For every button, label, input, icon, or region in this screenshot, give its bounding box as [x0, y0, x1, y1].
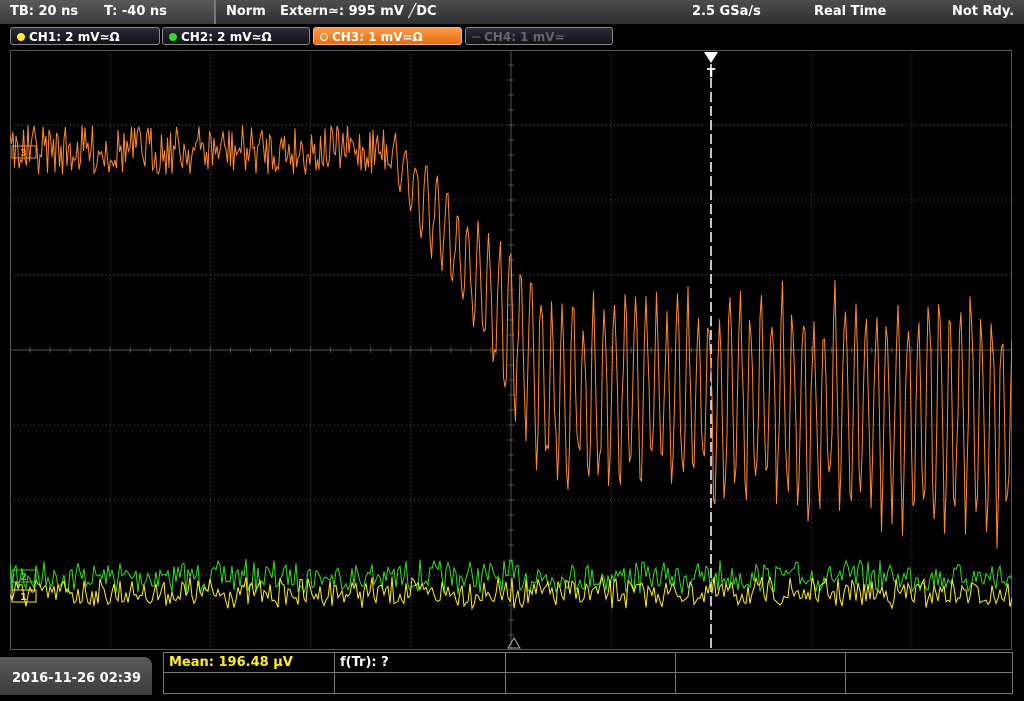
channel-3-offset-label: 3 — [20, 148, 27, 159]
trigger-source-label: Extern≃: 995 mV ╱DC — [280, 4, 437, 19]
trigger-panel[interactable]: Norm Extern≃: 995 mV ╱DC 2.5 GSa/s Real … — [216, 0, 1024, 24]
measurement-slot-6[interactable] — [164, 673, 335, 693]
ftr-measurement[interactable]: f(Tr): ? — [335, 653, 506, 673]
waveform-canvas[interactable]: T 3 2 1 — [10, 50, 1012, 650]
channel-1-label: CH1: 2 mV≃Ω — [29, 30, 120, 44]
time-reference-icon — [507, 637, 521, 649]
measurement-slot-5[interactable] — [846, 653, 1012, 673]
status-bar: TB: 20 ns T: -40 ns Norm Extern≃: 995 mV… — [0, 0, 1024, 24]
footer-bar: 2016-11-26 02:39 Mean: 196.48 µV f(Tr): … — [0, 651, 1024, 695]
channel-4-button[interactable]: CH4: 1 mV≃ — [465, 27, 613, 45]
trigger-time-label: T: -40 ns — [104, 4, 167, 19]
channel-2-indicator-icon — [169, 33, 177, 41]
trigger-mode-label: Norm — [226, 4, 266, 19]
channel-2-offset-label: 2 — [20, 572, 27, 583]
datetime-label: 2016-11-26 02:39 — [12, 671, 142, 686]
timebase-panel[interactable]: TB: 20 ns T: -40 ns — [0, 0, 216, 24]
channel-1-button[interactable]: CH1: 2 mV≃Ω — [10, 27, 160, 45]
measurement-slot-8[interactable] — [506, 673, 676, 693]
trigger-marker-label: T — [707, 66, 716, 80]
channel-bar: CH1: 2 mV≃Ω CH2: 2 mV≃Ω CH3: 1 mV≃Ω CH4:… — [0, 24, 1024, 48]
channel-3-label: CH3: 1 mV≃Ω — [332, 30, 423, 44]
measurement-slot-4[interactable] — [676, 653, 846, 673]
trigger-position-icon[interactable] — [704, 52, 718, 63]
sample-rate-label: 2.5 GSa/s — [692, 4, 761, 19]
measurement-slot-7[interactable] — [335, 673, 506, 693]
channel-3-button[interactable]: CH3: 1 mV≃Ω — [313, 27, 462, 45]
measurement-slot-9[interactable] — [676, 673, 846, 693]
measurement-slot-10[interactable] — [846, 673, 1012, 693]
measurement-slot-3[interactable] — [506, 653, 676, 673]
mean-measurement[interactable]: Mean: 196.48 µV — [164, 653, 335, 673]
channel-3-indicator-icon — [320, 33, 328, 41]
channel-4-label: CH4: 1 mV≃ — [484, 30, 565, 44]
channel-2-button[interactable]: CH2: 2 mV≃Ω — [162, 27, 310, 45]
channel-4-indicator-icon — [472, 36, 480, 38]
timebase-label: TB: 20 ns — [10, 4, 79, 19]
acquisition-mode-label: Real Time — [814, 4, 887, 19]
measurement-panel[interactable]: Mean: 196.48 µV f(Tr): ? — [163, 652, 1013, 694]
channel-1-indicator-icon — [17, 33, 25, 41]
datetime-display: 2016-11-26 02:39 — [0, 657, 152, 695]
channel-1-offset-label: 1 — [20, 592, 27, 603]
status-label: Not Rdy. — [952, 4, 1015, 19]
channel-2-label: CH2: 2 mV≃Ω — [181, 30, 272, 44]
channel-2-offset-marker[interactable]: 2 — [11, 569, 37, 583]
